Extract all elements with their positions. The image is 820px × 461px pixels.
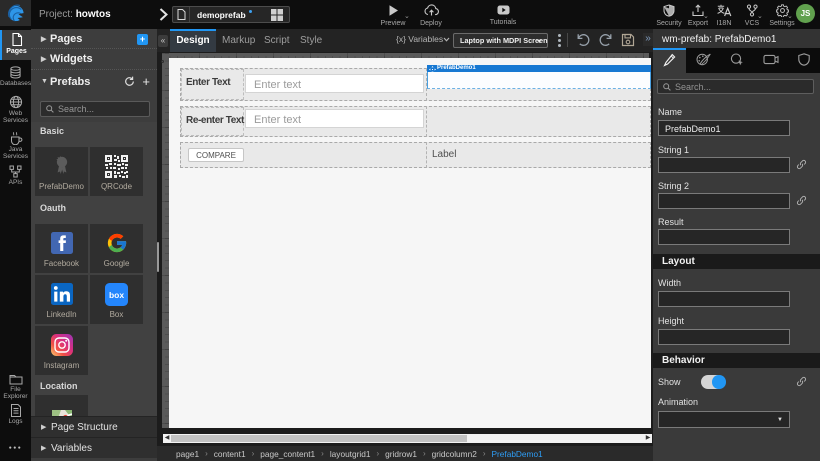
svg-text:box: box	[109, 289, 124, 299]
